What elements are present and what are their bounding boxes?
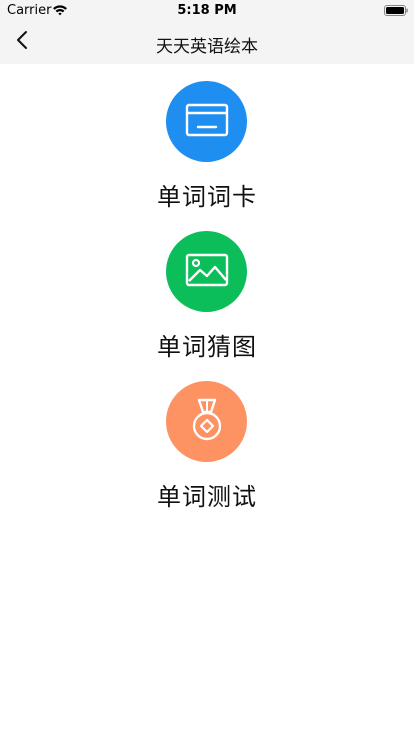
page-title: 天天英语绘本 xyxy=(156,37,258,57)
clock: 5:18 PM xyxy=(177,3,237,18)
menu-item-label: 单词猜图 xyxy=(157,333,257,361)
menu-item-word-test[interactable]: 单词测试 xyxy=(0,381,414,521)
card-icon xyxy=(185,103,229,141)
menu-item-label: 单词测试 xyxy=(157,483,257,511)
top-bar: Carrier 5:18 PM 天天英语绘本 xyxy=(0,0,414,64)
image-icon xyxy=(185,253,229,291)
medal-icon xyxy=(189,398,225,446)
battery-icon xyxy=(384,5,408,16)
word-test-icon-circle[interactable] xyxy=(166,381,247,462)
screen: Carrier 5:18 PM 天天英语绘本 单词词卡 单词猜图 单词测试 xyxy=(0,0,414,736)
status-bar: Carrier 5:18 PM xyxy=(0,0,414,20)
menu-item-word-guess-picture[interactable]: 单词猜图 xyxy=(0,231,414,371)
word-cards-icon-circle[interactable] xyxy=(166,81,247,162)
menu-item-word-cards[interactable]: 单词词卡 xyxy=(0,81,414,221)
word-guess-icon-circle[interactable] xyxy=(166,231,247,312)
navigation-bar: 天天英语绘本 xyxy=(0,20,414,64)
menu-item-label: 单词词卡 xyxy=(157,183,257,211)
